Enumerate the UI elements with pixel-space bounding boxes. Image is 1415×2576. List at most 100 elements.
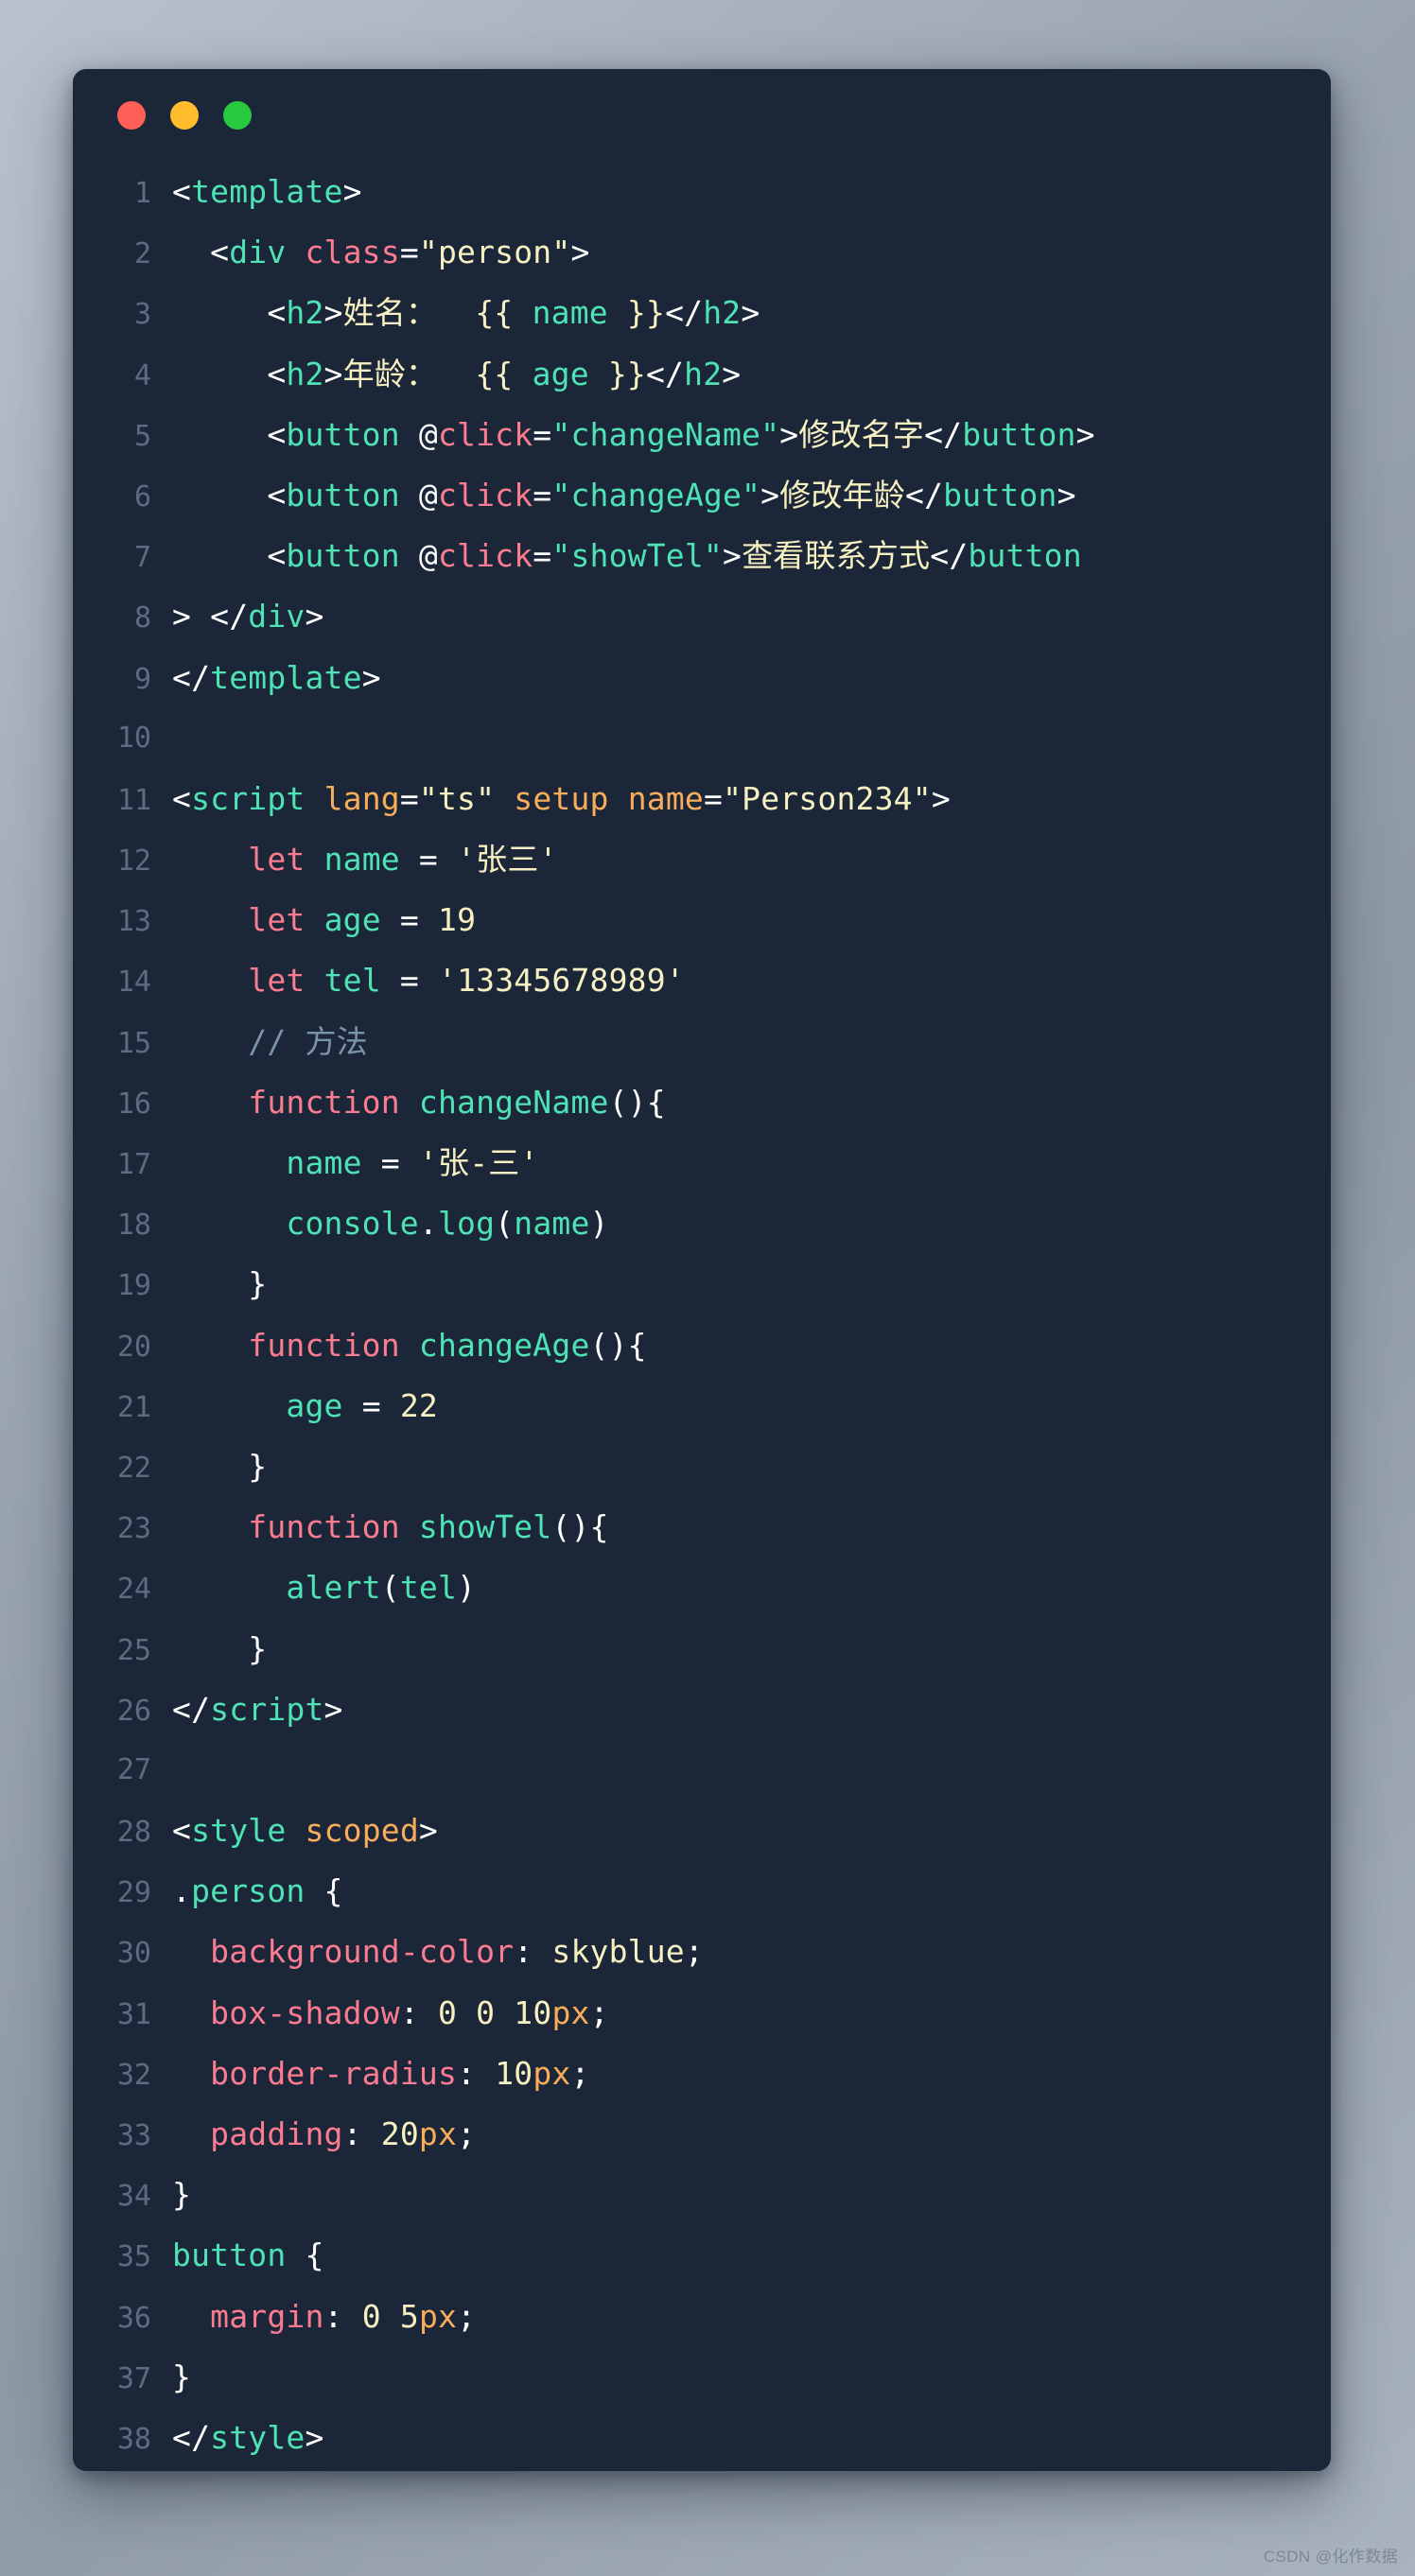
code-line[interactable]: 38 </style> [73,2408,1331,2468]
code-token: </ [930,537,969,575]
code-line-content: function changeName(){ [172,1072,1331,1133]
code-token: (){ [608,1083,666,1121]
code-line[interactable]: 37} [73,2347,1331,2408]
code-token: 修改年龄 [779,476,906,513]
code-token: > [305,2418,324,2456]
code-line[interactable]: 26 </script> [73,1680,1331,1740]
code-token: div [248,598,306,635]
code-token: 姓名： {{ [342,294,533,332]
code-token: = [399,779,419,817]
code-token: > [418,1812,438,1850]
code-token: = [533,537,552,575]
code-token: h2 [684,355,723,392]
code-line-content: } [172,1619,1331,1680]
code-line[interactable]: 4 <h2>年龄： {{ age }}</h2> [73,344,1331,405]
code-token: > [305,598,324,635]
code-line[interactable]: 19 } [73,1254,1331,1314]
code-line-content: function showTel(){ [172,1497,1331,1558]
code-editor[interactable]: 1 <template> 2 <div class="person"> 3 <h2>姓… [73,162,1331,2471]
code-line-content: .person { [172,1861,1331,1922]
line-number: 37 [116,2361,151,2395]
code-token: '13345678989' [438,962,685,1000]
code-line[interactable]: 3 <h2>姓名： {{ name }}</h2> [73,283,1331,343]
code-line[interactable]: 30 background-color: skyblue; [73,1922,1331,1982]
code-token: 10 [495,2054,533,2092]
code-line[interactable]: 23 function showTel(){ [73,1497,1331,1558]
code-line[interactable]: 33 padding: 20px; [73,2104,1331,2165]
code-line[interactable]: 9 </template> [73,648,1331,708]
code-token: < [172,537,287,575]
maximize-window-icon[interactable] [223,101,252,130]
code-token: name [323,841,400,879]
code-line[interactable]: 27 [73,1740,1331,1801]
code-line-content: <style scoped> [172,1801,1331,1861]
code-line[interactable]: 15 // 方法 [73,1012,1331,1072]
code-line-content: } [172,2165,1331,2225]
code-line[interactable]: 31 box-shadow: 0 0 10px; [73,1983,1331,2044]
line-number: 16 [116,1087,151,1121]
code-line[interactable]: 24 alert(tel) [73,1558,1331,1618]
code-token: function [248,1508,400,1546]
code-line[interactable]: 6 <button @click="changeAge">修改年龄</butto… [73,465,1331,526]
code-token: < [172,355,287,392]
code-line[interactable]: 18 console.log(name) [73,1193,1331,1254]
code-line[interactable]: 13 let age = 19 [73,890,1331,950]
code-token: showTel [418,1508,552,1546]
code-token: : [514,1933,533,1971]
line-number: 36 [116,2301,151,2335]
code-line[interactable]: 22 } [73,1436,1331,1497]
code-token: function [248,1326,400,1364]
code-line-content: background-color: skyblue; [172,1922,1331,1982]
code-line[interactable]: 7 <button @click="showTel">查看联系方式</butto… [73,526,1331,586]
code-line[interactable]: 12 let name = '张三' [73,829,1331,890]
code-line[interactable]: 20 function changeAge(){ [73,1315,1331,1376]
line-number: 2 [133,237,151,271]
code-line[interactable]: 8 > </div> [73,586,1331,647]
code-line[interactable]: 36 margin: 0 5px; [73,2287,1331,2347]
code-line[interactable]: 2 <div class="person"> [73,222,1331,283]
code-line[interactable]: 35 button { [73,2225,1331,2286]
close-window-icon[interactable] [117,101,146,130]
window-titlebar [73,69,1331,162]
code-line-content: box-shadow: 0 0 10px; [172,1983,1331,2044]
minimize-window-icon[interactable] [170,101,199,130]
code-token: border-radius [210,2054,458,2092]
code-line[interactable]: 14 let tel = '13345678989' [73,950,1331,1011]
code-line-content: button { [172,2225,1331,2286]
code-line[interactable]: 28 <style scoped> [73,1801,1331,1861]
line-number: 38 [116,2422,151,2456]
code-token: tel [399,1569,458,1607]
code-line[interactable]: 32 border-radius: 10px; [73,2044,1331,2104]
code-token: let [248,841,306,879]
code-token: > [722,537,742,575]
code-token: h2 [286,294,324,332]
code-line[interactable]: 1 <template> [73,162,1331,222]
code-line[interactable]: 17 name = '张-三' [73,1133,1331,1193]
code-line[interactable]: 5 <button @click="changeName">修改名字</butt… [73,405,1331,465]
code-token: button [286,537,400,575]
code-line[interactable]: 11 <script lang="ts" setup name="Person23… [73,769,1331,829]
code-token: @ [399,415,438,453]
code-line-content: </template> [172,648,1331,708]
line-number: 23 [116,1512,151,1546]
code-line[interactable]: 34} [73,2165,1331,2225]
code-line[interactable]: 21 age = 22 [73,1376,1331,1436]
line-number: 10 [116,721,151,755]
code-token: name [627,779,704,817]
code-token: </ [172,2418,211,2456]
code-line[interactable]: 29 .person { [73,1861,1331,1922]
code-line-content: <div class="person"> [172,222,1331,283]
code-line[interactable]: 16 function changeName(){ [73,1072,1331,1133]
code-line-content: function changeAge(){ [172,1315,1331,1376]
code-line[interactable]: 10 [73,708,1331,769]
code-line[interactable]: 25 } [73,1619,1331,1680]
code-token: < [172,1812,192,1850]
